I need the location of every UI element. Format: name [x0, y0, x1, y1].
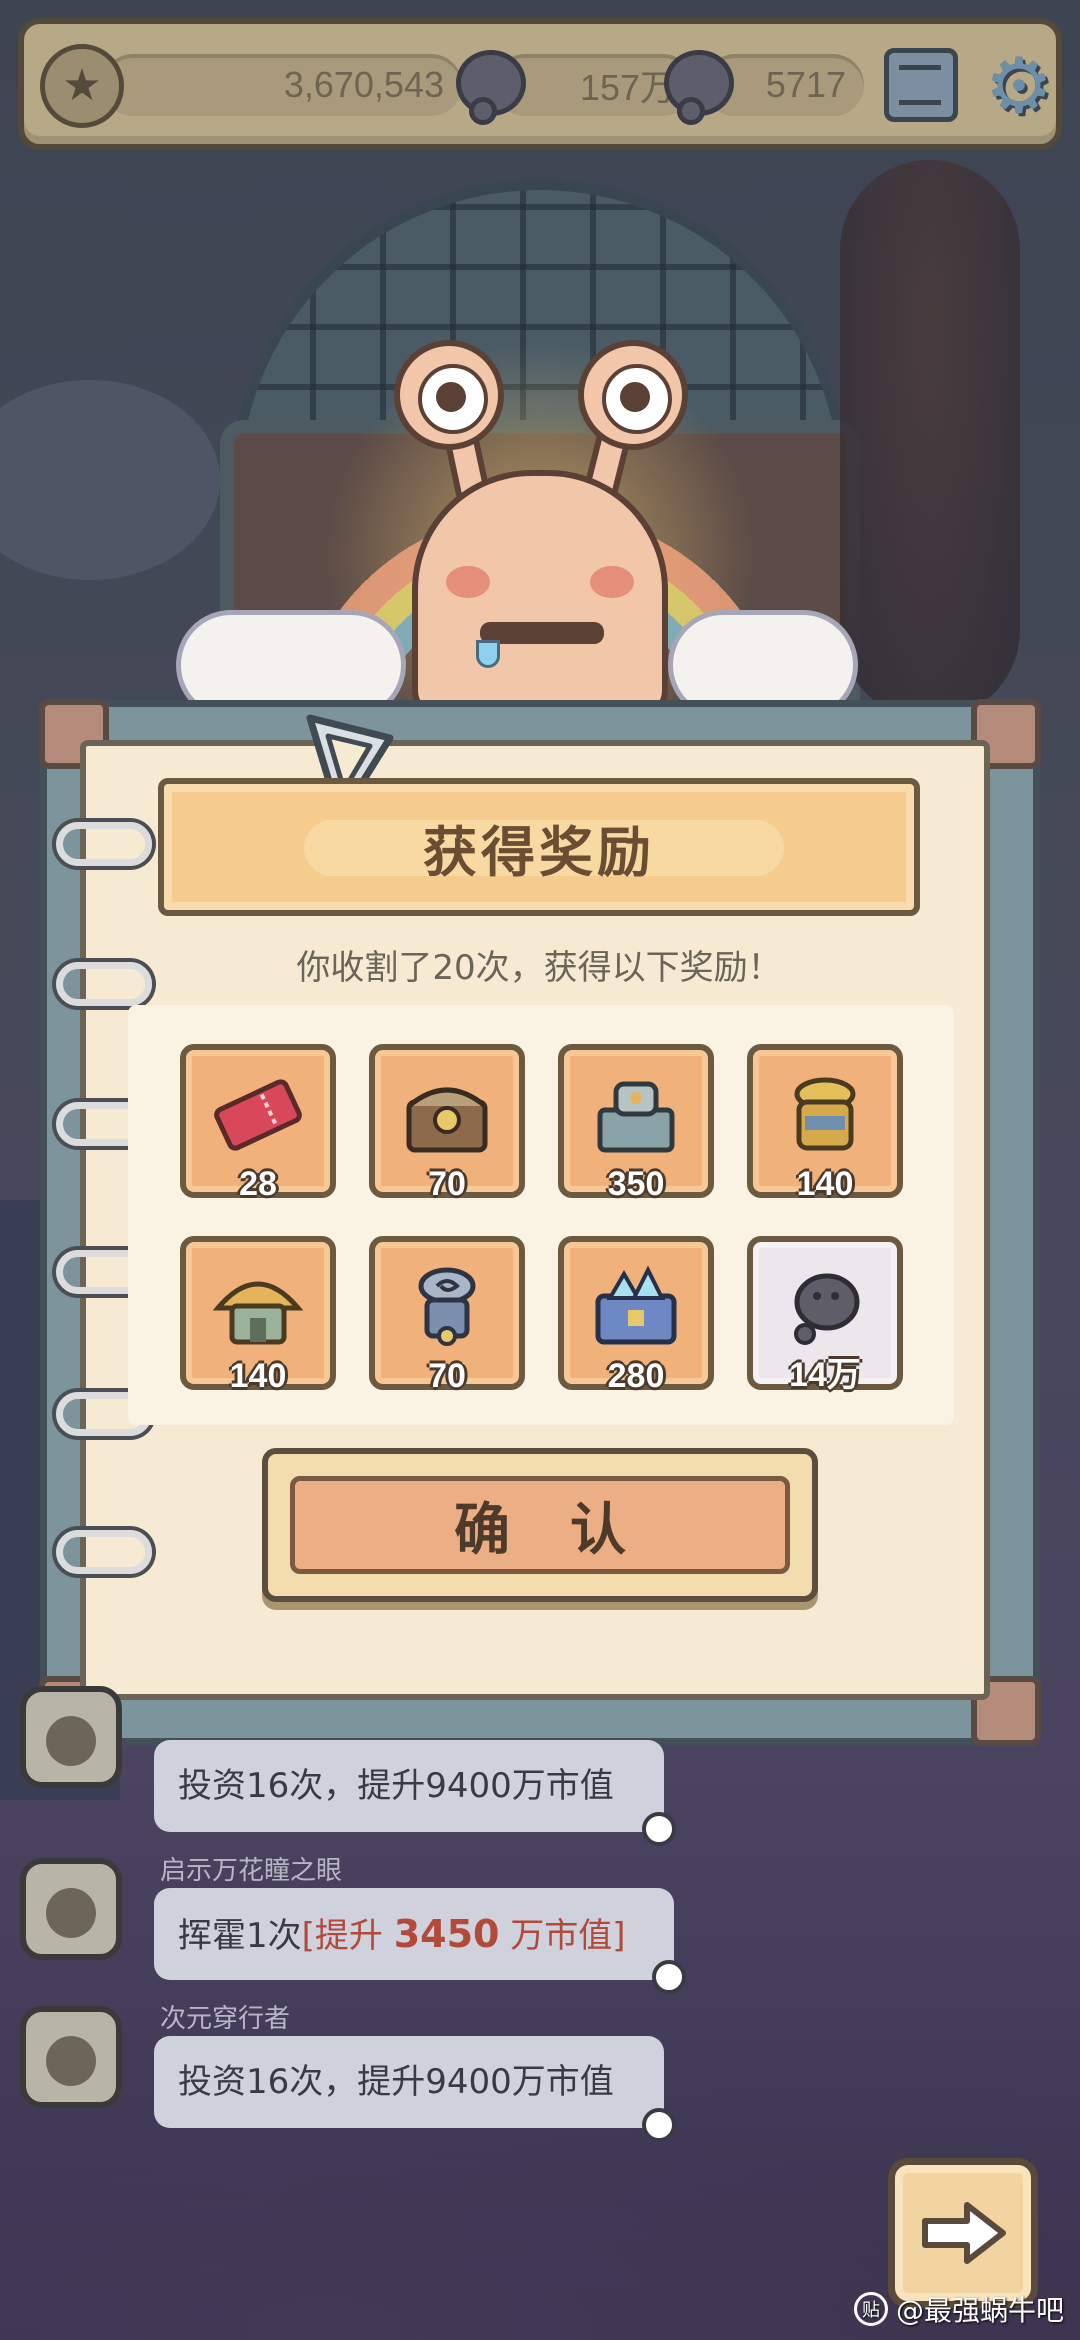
ornate-chest-icon — [406, 1087, 488, 1153]
reward-subtitle: 你收割了20次，获得以下奖励！ — [296, 948, 782, 988]
reward-title: 获得奖励 — [423, 820, 655, 884]
chat-message-text: 投资16次，提升9400万市值 — [178, 2062, 614, 2102]
confirm-button-label: 确认 — [290, 1476, 790, 1574]
golden-urn-icon — [794, 1077, 856, 1151]
reward-title-banner: 获得奖励 — [158, 778, 920, 916]
background-tree — [840, 160, 1020, 720]
reward-item-count: 280 — [607, 1357, 665, 1395]
chat-bracket: ] — [612, 1916, 626, 1956]
ticket-icon — [214, 1079, 302, 1151]
chat-highlight-number: 3450 — [393, 1912, 500, 1956]
machine-chest-icon — [597, 1081, 675, 1153]
chat-username: 次元穿行者 — [160, 2004, 291, 2034]
chat-username: 启示万花瞳之眼 — [160, 1856, 343, 1886]
binder-ring — [56, 822, 152, 866]
chat-message-suffix: 万市值 — [499, 1916, 613, 1956]
snail-cheek — [590, 566, 634, 598]
tieba-logo-icon: 贴 — [853, 2292, 888, 2326]
reward-item[interactable]: 140 — [747, 1044, 903, 1203]
mail-icon[interactable] — [884, 48, 958, 122]
speech-bubble-icon — [456, 50, 526, 125]
reward-item[interactable]: 14万 — [747, 1236, 903, 1394]
gray-blob-icon — [794, 1273, 860, 1346]
reward-item[interactable]: 350 — [558, 1044, 714, 1203]
binder-ring — [56, 1530, 152, 1574]
reward-item[interactable]: 70 — [369, 1236, 525, 1395]
chat-message: 投资16次，提升9400万市值 — [154, 2036, 676, 2142]
rank-emblem-icon[interactable]: ★ — [40, 44, 124, 128]
reward-item[interactable]: 28 — [180, 1044, 336, 1203]
reward-item-count: 140 — [229, 1357, 287, 1395]
snail-eye — [578, 340, 688, 450]
chat-bracket: [ — [301, 1916, 315, 1956]
chat-message-mid: 提升 — [314, 1916, 394, 1956]
avatar[interactable] — [20, 1686, 122, 1788]
reward-item-count: 28 — [239, 1165, 277, 1203]
confirm-button[interactable]: 确认 — [262, 1448, 818, 1602]
reward-item-count: 70 — [428, 1357, 466, 1395]
resource-bar: 3,670,543 ★ 157万 5717 ⚙ — [18, 18, 1062, 150]
money-value: 3,670,543 — [283, 64, 444, 105]
arrow-right-icon — [922, 2202, 1006, 2264]
reward-item-count: 70 — [428, 1165, 466, 1203]
watermark-text: @最强蜗牛吧 — [895, 2294, 1064, 2327]
chat-message: 挥霍1次[提升 3450 万市值] — [154, 1888, 686, 1994]
chat-message-text: 投资16次，提升9400万市值 — [178, 1766, 614, 1806]
reward-item-count: 14万 — [789, 1356, 861, 1394]
snail-eye — [394, 340, 504, 450]
speech-dots-icon — [652, 1960, 686, 1994]
chat-message-prefix: 挥霍1次 — [178, 1916, 302, 1956]
reward-item-count: 350 — [607, 1165, 665, 1203]
mushroom-house-icon — [212, 1282, 304, 1345]
reward-item[interactable]: 280 — [558, 1236, 714, 1395]
chat-message: 投资16次，提升9400万市值 — [154, 1740, 676, 1846]
avatar[interactable] — [20, 1858, 122, 1960]
spiral-totem-icon — [418, 1267, 476, 1347]
speech-bubble-icon — [664, 50, 734, 125]
reward-item-count: 140 — [796, 1165, 854, 1203]
crystal-chest-icon — [595, 1265, 677, 1345]
speech-dots-icon — [642, 2108, 676, 2142]
reward-item[interactable]: 140 — [180, 1236, 336, 1395]
snail-drool — [476, 640, 500, 668]
speech-dots-icon — [642, 1812, 676, 1846]
next-arrow-button[interactable] — [888, 2158, 1038, 2308]
watermark: 贴 @最强蜗牛吧 — [853, 2288, 1064, 2330]
reward-item[interactable]: 70 — [369, 1044, 525, 1203]
snail-character — [412, 470, 668, 720]
currency-a-value: 157万 — [579, 67, 676, 108]
money-counter: 3,670,543 — [102, 54, 462, 116]
currency-b-value: 5717 — [765, 64, 846, 105]
gear-icon[interactable]: ⚙ — [979, 46, 1059, 126]
avatar[interactable] — [20, 2006, 122, 2108]
binder-ring — [56, 962, 152, 1006]
snail-cheek — [446, 566, 490, 598]
